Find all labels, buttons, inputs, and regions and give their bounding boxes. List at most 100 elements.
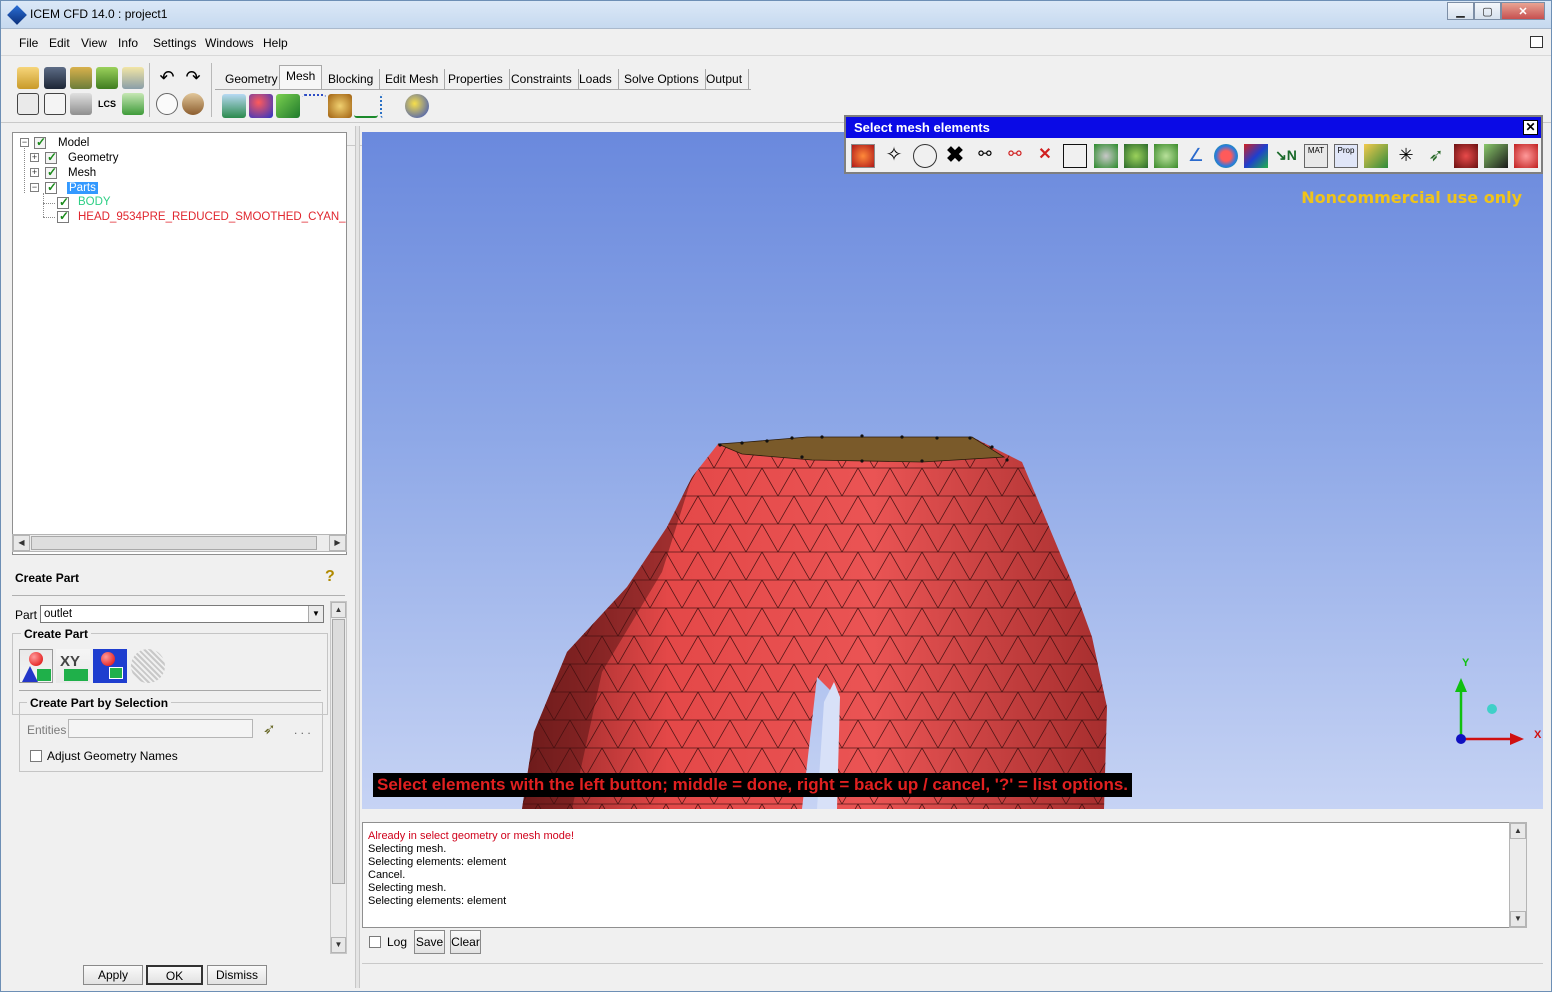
select-by-polygon-icon[interactable]: ➶ — [1424, 144, 1448, 168]
deselect-visible-icon[interactable]: ⚯ — [1003, 144, 1027, 168]
open-mesh-icon[interactable] — [96, 67, 118, 89]
toggle-dynamic-icon[interactable] — [851, 144, 875, 168]
tree-item-geometry[interactable]: Geometry — [68, 152, 119, 164]
zoom-box-icon[interactable] — [44, 93, 66, 115]
box-select-icon[interactable] — [1063, 144, 1087, 168]
message-window[interactable]: Already in select geometry or mesh mode!… — [362, 822, 1527, 928]
tab-properties[interactable]: Properties — [442, 69, 510, 89]
menu-windows[interactable]: Windows — [205, 36, 254, 50]
refresh-icon[interactable] — [122, 93, 144, 115]
chevron-down-icon[interactable]: ▼ — [308, 606, 323, 622]
compute-mesh-icon[interactable] — [405, 94, 429, 118]
global-mesh-setup-icon[interactable] — [222, 94, 246, 118]
scroll-up-icon[interactable]: ▲ — [1510, 823, 1526, 839]
mesh-curve-icon[interactable] — [380, 94, 404, 118]
expand-icon[interactable]: + — [30, 153, 39, 162]
collapse-icon[interactable]: − — [30, 183, 39, 192]
open-blocking-icon[interactable] — [122, 67, 144, 89]
parts-checkbox[interactable] — [45, 180, 57, 194]
menu-view[interactable]: View — [81, 36, 107, 50]
panel-vertical-scrollbar[interactable]: ▲ ▼ — [330, 601, 347, 954]
help-icon[interactable]: ? — [325, 568, 343, 588]
menu-edit[interactable]: Edit — [49, 36, 70, 50]
select-by-part-icon[interactable] — [1094, 144, 1118, 168]
tab-mesh[interactable]: Mesh — [279, 65, 323, 89]
fit-window-icon[interactable] — [17, 93, 39, 115]
save-project-icon[interactable] — [44, 67, 66, 89]
scroll-down-icon[interactable]: ▼ — [331, 937, 346, 953]
message-vertical-scrollbar[interactable]: ▲ ▼ — [1509, 822, 1527, 928]
tree-item-parts[interactable]: Parts — [67, 182, 98, 194]
tree-item-head[interactable]: HEAD_9534PRE_REDUCED_SMOOTHED_CYAN_1_0 — [78, 211, 346, 223]
select-attached-icon[interactable] — [1364, 144, 1388, 168]
tree-horizontal-scrollbar[interactable]: ◀ ▶ — [12, 534, 347, 552]
create-mesh-density-icon[interactable] — [328, 94, 352, 118]
body-checkbox[interactable] — [57, 195, 69, 209]
surface-mesh-setup-icon[interactable] — [276, 94, 300, 118]
ok-button[interactable]: OK — [146, 965, 203, 985]
tab-output[interactable]: Output — [700, 69, 750, 89]
menu-info[interactable]: Info — [118, 36, 138, 50]
tree-item-mesh[interactable]: Mesh — [68, 167, 96, 179]
scroll-right-icon[interactable]: ▶ — [329, 535, 346, 551]
select-by-property-icon[interactable]: Prop — [1334, 144, 1358, 168]
maximize-button[interactable]: ▢ — [1474, 2, 1501, 20]
save-log-button[interactable]: Save — [414, 930, 445, 954]
tree-item-body[interactable]: BODY — [78, 196, 111, 208]
create-part-by-selection-icon[interactable] — [19, 649, 53, 683]
select-boundary-icon[interactable] — [1484, 144, 1508, 168]
clear-log-button[interactable]: Clear — [450, 930, 481, 954]
tree-item-model[interactable]: Model — [58, 137, 89, 149]
minimize-button[interactable]: ▁ — [1447, 2, 1474, 20]
scroll-thumb[interactable] — [31, 536, 317, 550]
create-part-by-mesh-icon[interactable] — [131, 649, 165, 683]
log-checkbox[interactable] — [369, 936, 381, 948]
create-part-by-blocking-icon[interactable] — [93, 649, 127, 683]
wireframe-icon[interactable] — [156, 93, 178, 115]
mesh-checkbox[interactable] — [45, 165, 57, 179]
select-cursor-icon[interactable]: ➶ — [263, 720, 281, 738]
menu-file[interactable]: File — [19, 36, 38, 50]
entities-input[interactable] — [68, 719, 253, 738]
select-by-volume-icon[interactable] — [1154, 144, 1178, 168]
menu-help[interactable]: Help — [263, 36, 288, 50]
cancel-selection-icon[interactable]: ✕ — [1033, 144, 1057, 168]
select-subset-icon[interactable] — [1514, 144, 1538, 168]
restore-pane-icon[interactable] — [1530, 36, 1543, 48]
scroll-thumb[interactable] — [332, 619, 345, 884]
select-by-surface-icon[interactable] — [1124, 144, 1148, 168]
select-by-angle-icon[interactable]: ∠ — [1184, 144, 1208, 168]
dismiss-button[interactable]: Dismiss — [207, 965, 267, 985]
open-project-icon[interactable] — [17, 67, 39, 89]
circle-select-icon[interactable] — [913, 144, 937, 168]
part-mesh-setup-icon[interactable] — [249, 94, 273, 118]
create-part-by-entities-icon[interactable]: XY — [56, 649, 90, 683]
collapse-icon[interactable]: − — [20, 138, 29, 147]
close-icon[interactable]: ✕ — [1523, 120, 1538, 135]
solid-shade-icon[interactable] — [182, 93, 204, 115]
select-flood-fill-icon[interactable]: ✳ — [1394, 144, 1418, 168]
redo-icon[interactable]: ↷ — [182, 67, 204, 89]
tab-edit-mesh[interactable]: Edit Mesh — [379, 69, 446, 89]
more-options-dots[interactable]: . . . — [294, 723, 311, 737]
local-coords-icon[interactable]: LCS — [96, 93, 118, 115]
tab-geometry[interactable]: Geometry — [219, 69, 285, 89]
geometry-checkbox[interactable] — [45, 150, 57, 164]
model-checkbox[interactable] — [34, 135, 46, 149]
select-by-type-icon[interactable] — [1214, 144, 1238, 168]
tab-blocking[interactable]: Blocking — [322, 69, 381, 89]
tab-constraints[interactable]: Constraints — [505, 69, 579, 89]
open-geometry-icon[interactable] — [70, 67, 92, 89]
expand-icon[interactable]: + — [30, 168, 39, 177]
select-by-number-icon[interactable]: ↘N — [1274, 144, 1298, 168]
connectors-icon[interactable] — [354, 94, 378, 118]
scroll-left-icon[interactable]: ◀ — [13, 535, 30, 551]
apply-button[interactable]: Apply — [83, 965, 143, 985]
menu-settings[interactable]: Settings — [153, 36, 196, 50]
select-by-material-icon[interactable]: MAT — [1304, 144, 1328, 168]
select-in-region-icon[interactable] — [1454, 144, 1478, 168]
mesh-model[interactable] — [362, 132, 1543, 809]
part-select[interactable]: outlet ▼ — [40, 605, 324, 623]
tab-solve-options[interactable]: Solve Options — [618, 69, 706, 89]
select-all-icon[interactable]: ✖ — [943, 144, 967, 168]
